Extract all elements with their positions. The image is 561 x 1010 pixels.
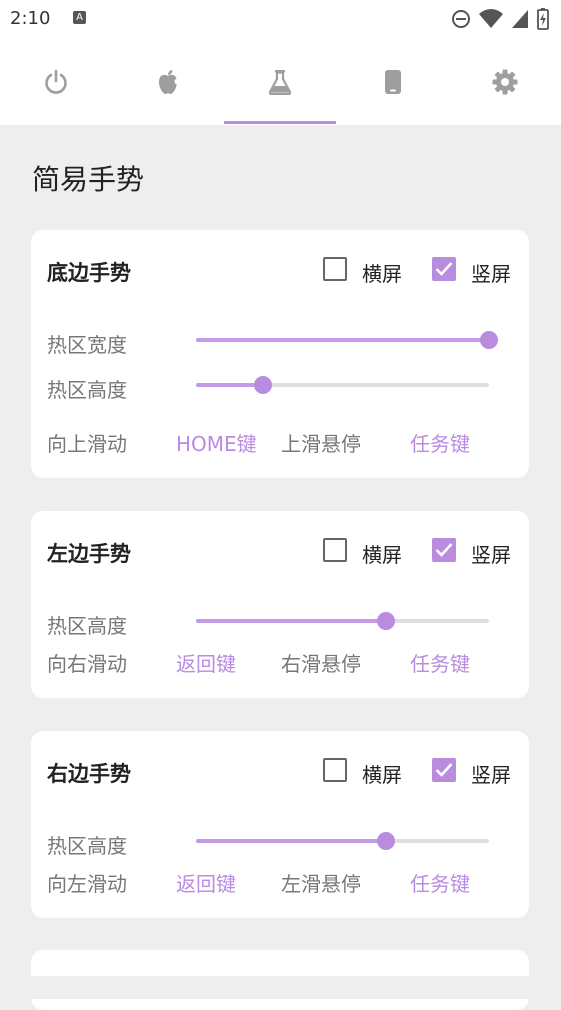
notification-icon: A [73, 11, 86, 24]
hotzone-height-label: 热区高度 [47, 614, 127, 638]
hover-action-button[interactable]: 任务键 [410, 648, 470, 677]
gear-icon [492, 69, 518, 94]
hover-label: 右滑悬停 [281, 652, 361, 676]
hover-action-button[interactable]: 任务键 [410, 868, 470, 897]
landscape-checkbox[interactable] [323, 758, 347, 782]
tab-apple[interactable] [112, 38, 224, 125]
left-gesture-card: 左边手势 横屏 竖屏 热区高度 向右滑动 返回键 右滑悬停 任务键 [31, 511, 529, 698]
tab-bar [0, 38, 561, 125]
hotzone-height-label: 热区高度 [47, 834, 127, 858]
status-bar: 2:10 A [0, 0, 561, 38]
swipe-direction-label: 向左滑动 [47, 872, 127, 896]
swipe-action-button[interactable]: HOME键 [176, 428, 257, 457]
hover-action-button[interactable]: 任务键 [410, 428, 470, 457]
swipe-direction-label: 向上滑动 [47, 432, 127, 456]
hover-label: 上滑悬停 [281, 432, 361, 456]
card-title: 左边手势 [47, 542, 131, 566]
hotzone-height-slider[interactable] [196, 831, 489, 851]
right-gesture-card: 右边手势 横屏 竖屏 热区高度 向左滑动 返回键 左滑悬停 任务键 [31, 731, 529, 918]
hotzone-height-slider[interactable] [196, 375, 489, 395]
swipe-direction-label: 向右滑动 [47, 652, 127, 676]
portrait-checkbox[interactable] [432, 538, 456, 562]
tab-selected-indicator [224, 121, 336, 124]
tab-lab[interactable] [224, 38, 336, 125]
landscape-label: 横屏 [362, 543, 402, 567]
card-title: 底边手势 [47, 261, 131, 285]
bottom-edge [0, 976, 561, 999]
checkmark-icon [435, 262, 453, 276]
tab-power[interactable] [0, 38, 112, 125]
landscape-checkbox[interactable] [323, 538, 347, 562]
slider-fill [196, 619, 387, 623]
slider-fill [196, 338, 489, 342]
do-not-disturb-icon [452, 10, 470, 28]
portrait-label: 竖屏 [471, 262, 511, 286]
card-title: 右边手势 [47, 762, 131, 786]
tab-settings[interactable] [449, 38, 561, 125]
portrait-label: 竖屏 [471, 763, 511, 787]
flask-icon [269, 69, 292, 95]
phone-icon [384, 69, 401, 94]
portrait-label: 竖屏 [471, 543, 511, 567]
portrait-checkbox[interactable] [432, 257, 456, 281]
tab-device[interactable] [337, 38, 449, 125]
slider-thumb[interactable] [377, 612, 396, 630]
hotzone-height-slider[interactable] [196, 611, 489, 631]
apple-icon [159, 69, 181, 94]
hotzone-height-label: 热区高度 [47, 378, 127, 402]
portrait-checkbox[interactable] [432, 758, 456, 782]
battery-icon [537, 8, 549, 30]
landscape-label: 横屏 [362, 763, 402, 787]
landscape-checkbox[interactable] [323, 257, 347, 281]
status-icons [451, 8, 549, 30]
hotzone-width-slider[interactable] [196, 330, 498, 350]
slider-thumb[interactable] [480, 331, 498, 349]
slider-thumb[interactable] [377, 832, 396, 850]
landscape-label: 横屏 [362, 262, 402, 286]
section-title: 简易手势 [32, 163, 145, 196]
slider-fill [196, 839, 387, 843]
slider-fill [196, 383, 264, 387]
signal-icon [512, 10, 528, 28]
power-icon [45, 69, 67, 94]
slider-thumb[interactable] [254, 376, 273, 394]
checkmark-icon [435, 763, 453, 777]
bottom-gesture-card: 底边手势 横屏 竖屏 热区宽度 热区高度 向上滑动 HOME键 上滑悬停 任务键 [31, 230, 529, 478]
swipe-action-button[interactable]: 返回键 [176, 868, 236, 897]
hover-label: 左滑悬停 [281, 872, 361, 896]
swipe-action-button[interactable]: 返回键 [176, 648, 236, 677]
hotzone-width-label: 热区宽度 [47, 333, 127, 357]
checkmark-icon [435, 543, 453, 557]
status-time: 2:10 [10, 8, 51, 29]
wifi-icon [479, 9, 503, 28]
